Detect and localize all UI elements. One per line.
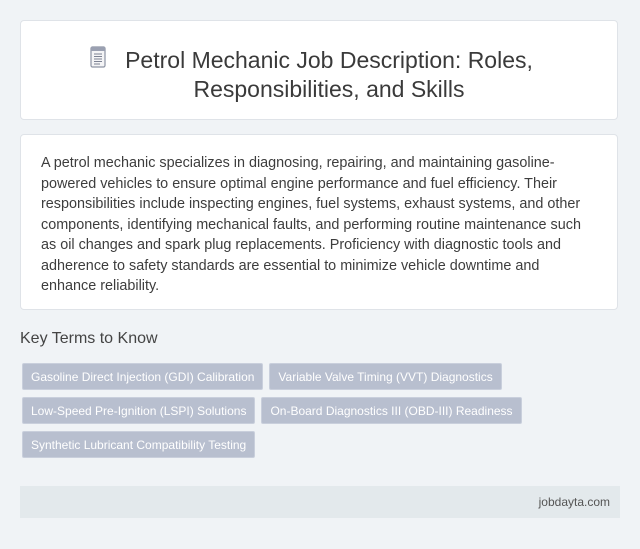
- key-terms-heading: Key Terms to Know: [20, 330, 158, 347]
- footer: jobdayta.com: [20, 486, 620, 518]
- description-card: A petrol mechanic specializes in diagnos…: [20, 134, 618, 310]
- description-text: A petrol mechanic specializes in diagnos…: [41, 155, 581, 294]
- key-term-tag[interactable]: Synthetic Lubricant Compatibility Testin…: [22, 431, 256, 458]
- header-card: Petrol Mechanic Job Description: Roles, …: [20, 20, 618, 120]
- key-term-tag[interactable]: Variable Valve Timing (VVT) Diagnostics: [269, 363, 502, 390]
- key-term-tag[interactable]: Low-Speed Pre-Ignition (LSPI) Solutions: [22, 397, 256, 424]
- key-term-tag[interactable]: Gasoline Direct Injection (GDI) Calibrat…: [22, 363, 264, 390]
- key-term-tag[interactable]: On-Board Diagnostics III (OBD-III) Readi…: [261, 397, 522, 424]
- footer-site-link[interactable]: jobdayta.com: [539, 495, 610, 509]
- page-title: Petrol Mechanic Job Description: Roles, …: [125, 47, 533, 102]
- key-terms-list: Gasoline Direct Injection (GDI) Calibrat…: [22, 363, 522, 458]
